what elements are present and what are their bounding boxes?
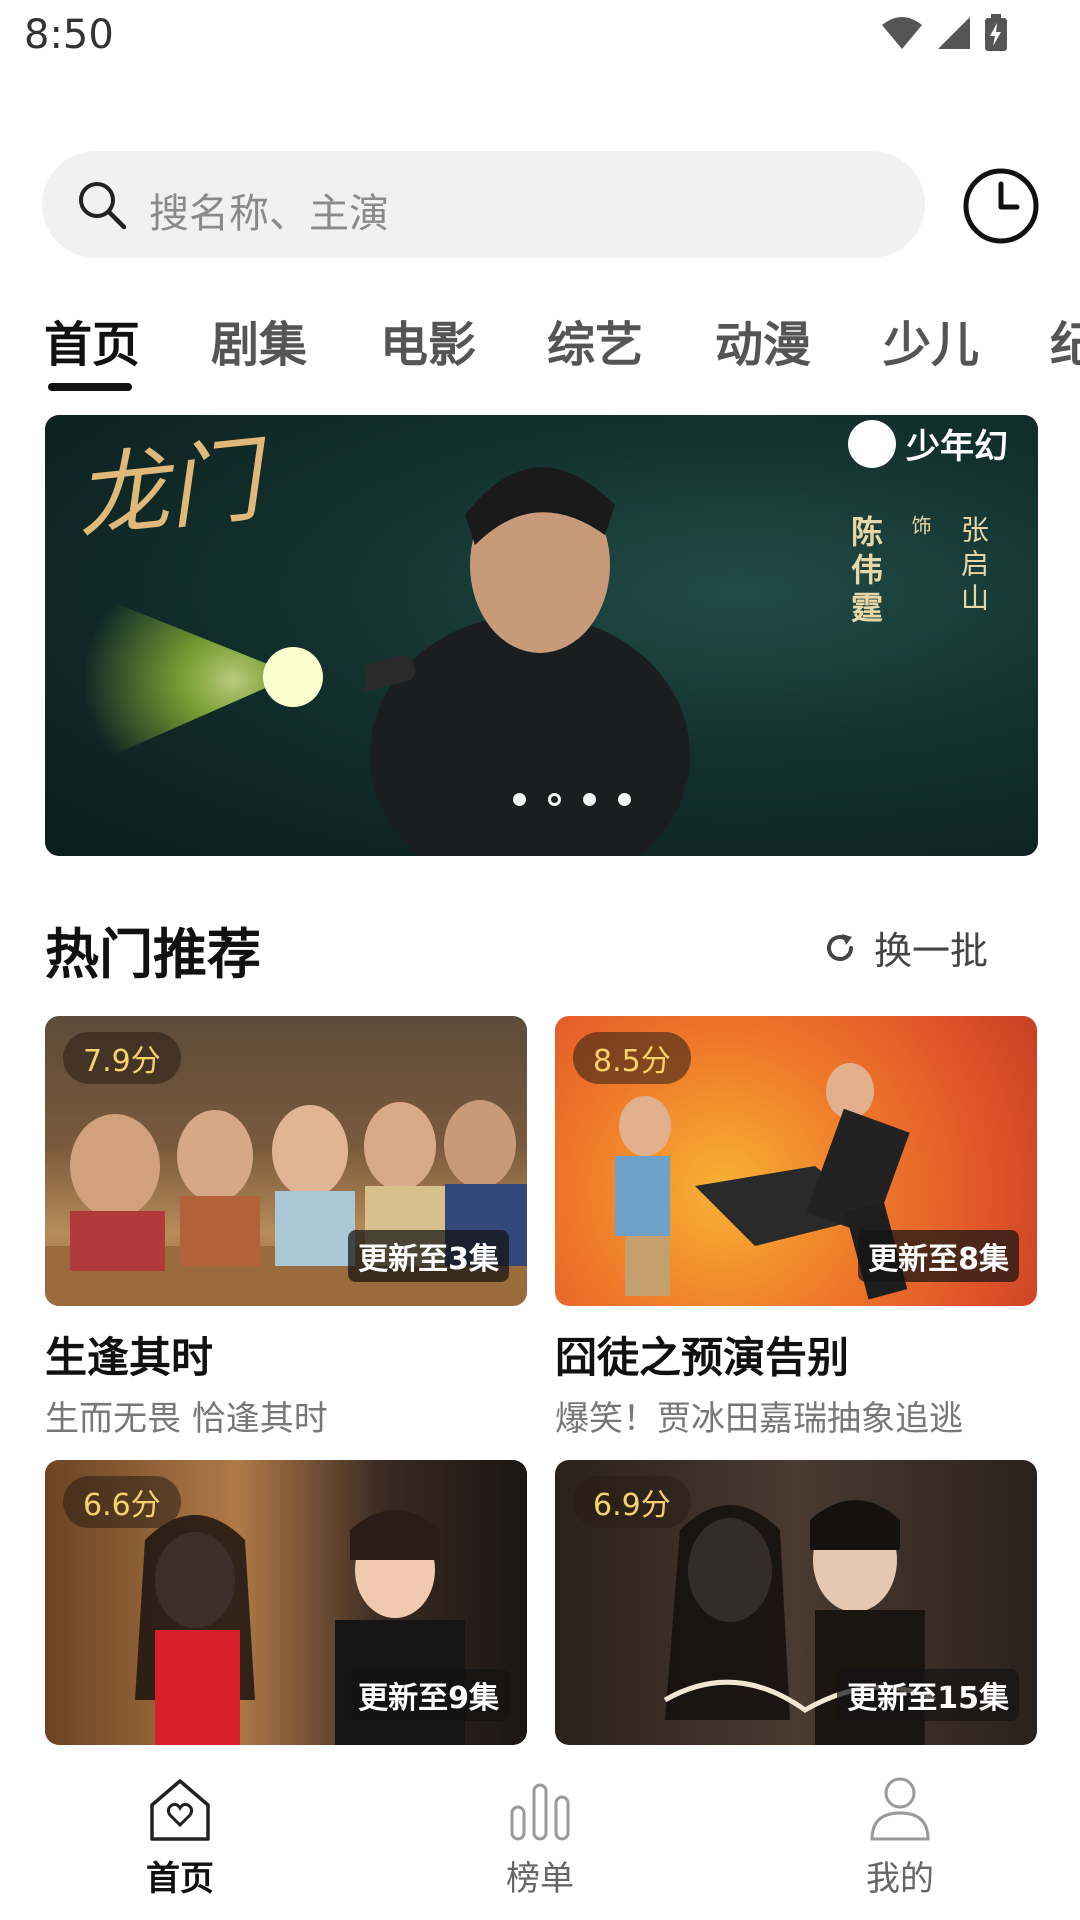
banner-brand: 少年幻: [848, 419, 1008, 468]
refresh-button[interactable]: 换一批: [824, 920, 988, 975]
score-badge: 8.5分: [573, 1032, 691, 1084]
score-badge: 6.6分: [63, 1476, 181, 1528]
status-icons: [880, 14, 1008, 52]
credit-prefix: 饰: [908, 515, 932, 541]
score-badge: 6.9分: [573, 1476, 691, 1528]
tab-variety[interactable]: 综艺: [547, 305, 643, 375]
carousel-dot[interactable]: [582, 793, 596, 806]
carousel-dots: [45, 793, 1038, 806]
video-card[interactable]: 8.5分 更新至8集 囧徒之预演告别 爆笑！贾冰田嘉瑞抽象追逃: [555, 1016, 1037, 1440]
poster-image: 6.6分 更新至9集: [45, 1460, 527, 1745]
nav-label: 我的: [866, 1859, 934, 1899]
category-tabs: 首页 剧集 电影 综艺 动漫 少儿 纪: [0, 305, 1080, 395]
credit-actor: 陈伟霆: [846, 515, 884, 629]
poster-image: 6.9分 更新至15集: [555, 1460, 1037, 1745]
tab-movies[interactable]: 电影: [380, 305, 476, 375]
bottom-nav: 首页 榜单 我的: [0, 1745, 1080, 1920]
wifi-icon: [882, 17, 922, 49]
carousel-dot[interactable]: [617, 793, 631, 806]
episode-badge: 更新至8集: [858, 1230, 1019, 1282]
score-badge: 7.9分: [63, 1032, 181, 1084]
nav-label: 榜单: [506, 1859, 574, 1899]
banner-artwork: [365, 467, 690, 856]
card-title: 生逢其时: [45, 1333, 214, 1382]
card-subtitle: 生而无畏 恰逢其时: [45, 1399, 328, 1439]
clock-icon[interactable]: [962, 167, 1040, 245]
banner-brand-name: 少年幻: [906, 427, 1008, 467]
video-card[interactable]: 7.9分 更新至3集 生逢其时 生而无畏 恰逢其时: [45, 1016, 527, 1440]
carousel-dot[interactable]: [512, 793, 526, 806]
card-title: 囧徒之预演告别: [555, 1333, 850, 1382]
nav-label: 首页: [146, 1859, 214, 1899]
episode-badge: 更新至15集: [837, 1669, 1019, 1721]
search-placeholder: 搜名称、主演: [149, 191, 389, 237]
episode-badge: 更新至3集: [348, 1230, 509, 1282]
search-icon: [79, 182, 127, 230]
battery-charging-icon: [985, 14, 1007, 51]
poster-image: 7.9分 更新至3集: [45, 1016, 527, 1306]
flashlight-beam-icon: [45, 575, 323, 785]
banner-carousel[interactable]: 龙门 少年幻 陈伟霆 饰 张启山: [45, 415, 1038, 856]
status-time: 8:50: [24, 12, 114, 58]
chart-bars-icon: [510, 1783, 570, 1841]
banner-credit: 陈伟霆 饰 张启山: [842, 515, 993, 629]
brand-logo-icon: [848, 419, 896, 468]
search-input[interactable]: 搜名称、主演: [42, 151, 925, 258]
section-title: 热门推荐: [45, 923, 261, 986]
video-card[interactable]: 6.6分 更新至9集: [45, 1460, 527, 1745]
refresh-label: 换一批: [874, 929, 989, 973]
credit-role: 张启山: [957, 515, 990, 617]
tab-kids[interactable]: 少儿: [883, 305, 979, 375]
tab-anime[interactable]: 动漫: [715, 305, 811, 375]
tab-indicator: [48, 383, 132, 391]
poster-image: 8.5分 更新至8集: [555, 1016, 1037, 1306]
nav-profile[interactable]: 我的: [820, 1775, 980, 1900]
refresh-icon: [827, 933, 853, 961]
carousel-dot-active[interactable]: [547, 793, 561, 806]
nav-home[interactable]: 首页: [100, 1775, 260, 1900]
status-bar: 8:50: [0, 0, 1080, 76]
tab-home[interactable]: 首页: [44, 305, 140, 375]
tab-documentary[interactable]: 纪: [1050, 305, 1080, 375]
episode-badge: 更新至9集: [348, 1669, 509, 1721]
home-heart-icon: [150, 1779, 210, 1841]
nav-rankings[interactable]: 榜单: [460, 1775, 620, 1900]
banner-title-art: 龙门: [70, 426, 265, 553]
user-icon: [870, 1777, 930, 1841]
tab-series[interactable]: 剧集: [211, 305, 307, 375]
video-card[interactable]: 6.9分 更新至15集: [555, 1460, 1037, 1745]
cellular-signal-icon: [938, 17, 970, 49]
card-subtitle: 爆笑！贾冰田嘉瑞抽象追逃: [555, 1399, 963, 1439]
